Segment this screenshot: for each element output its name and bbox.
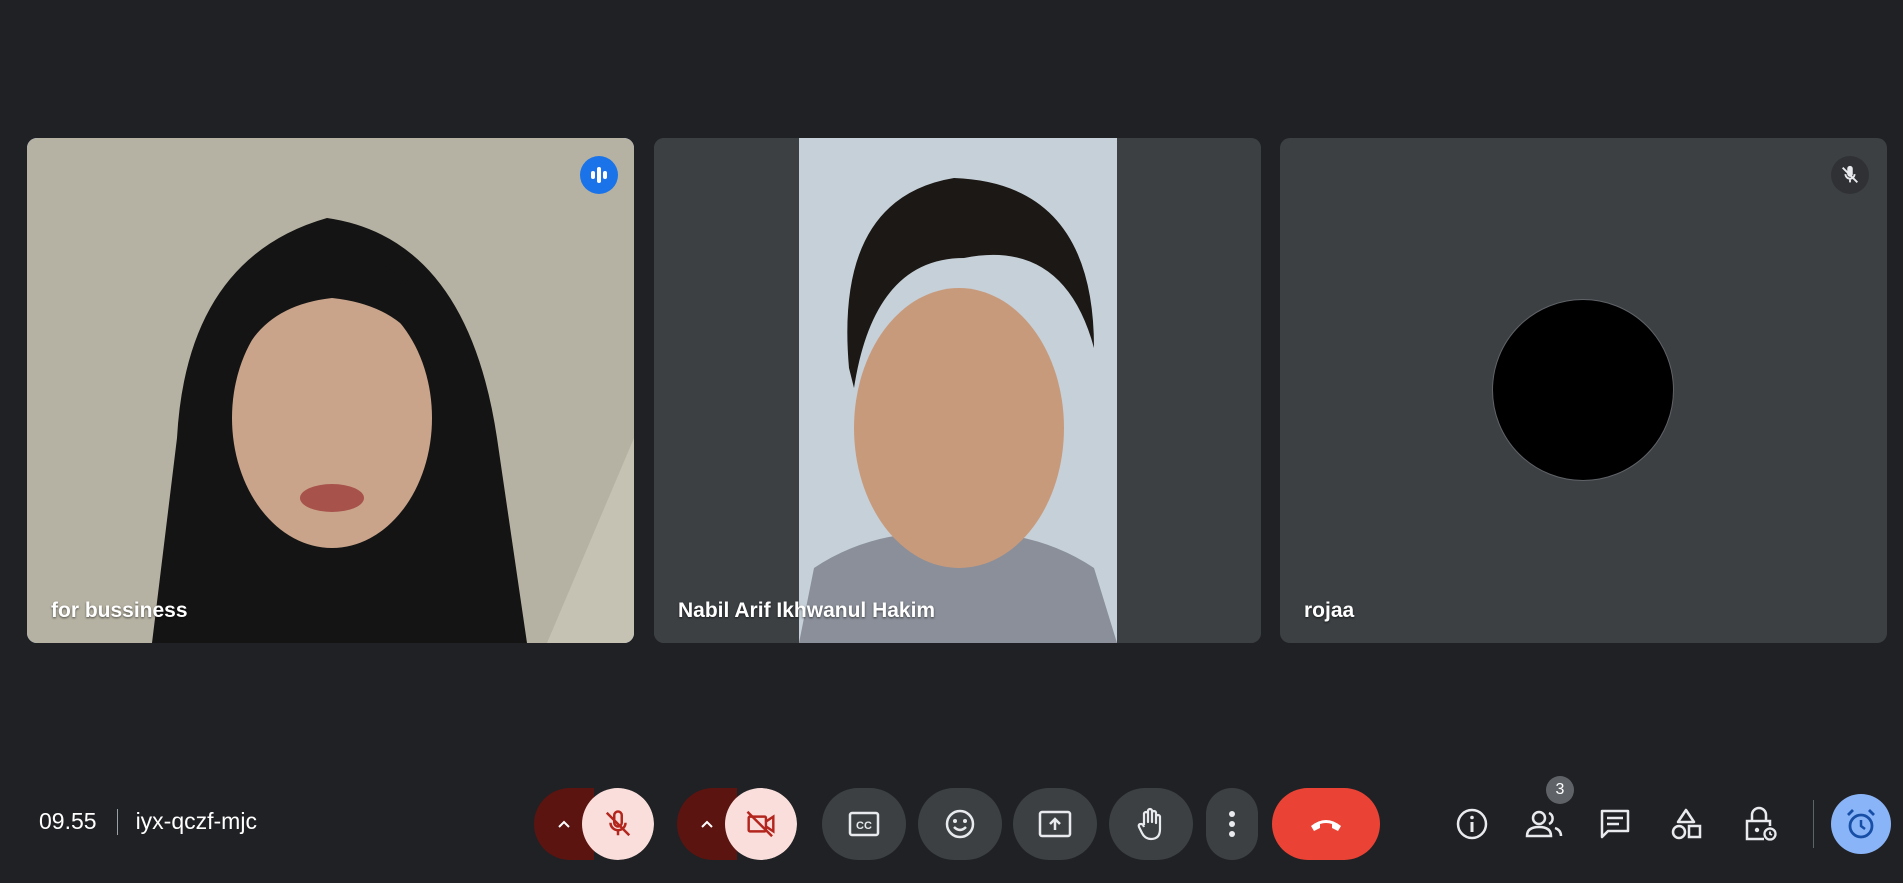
present-screen-icon <box>1038 810 1072 838</box>
videocam-off-icon <box>746 810 775 838</box>
participant-video-1 <box>27 138 634 643</box>
more-options-button[interactable] <box>1206 788 1258 860</box>
participant-name-2: Nabil Arif Ikhwanul Hakim <box>678 599 936 622</box>
people-button[interactable] <box>1520 800 1568 848</box>
svg-text:CC: CC <box>856 820 872 832</box>
meeting-info: 09.55 iyx-qczf-mjc <box>39 808 257 835</box>
camera-control-group <box>677 788 797 860</box>
mic-off-icon <box>605 810 631 837</box>
host-controls-icon <box>1745 806 1777 841</box>
participant-tile-2[interactable]: Nabil Arif Ikhwanul Hakim <box>654 138 1261 643</box>
raise-hand-button[interactable] <box>1109 788 1193 860</box>
activities-button[interactable] <box>1662 800 1710 848</box>
meeting-code[interactable]: iyx-qczf-mjc <box>136 808 257 835</box>
people-icon <box>1525 810 1563 838</box>
chevron-up-icon <box>558 820 570 828</box>
call-end-icon <box>1311 820 1341 831</box>
captions-button[interactable]: CC <box>822 788 906 860</box>
participant-tile-1[interactable]: for bussiness <box>27 138 634 643</box>
leave-call-button[interactable] <box>1272 788 1380 860</box>
info-divider <box>116 808 118 835</box>
closed-caption-icon: CC <box>848 811 880 837</box>
participant-name-3: rojaa <box>1304 599 1355 622</box>
participant-tile-3[interactable]: rojaa <box>1280 138 1887 643</box>
chevron-up-icon <box>701 820 713 828</box>
reactions-button[interactable] <box>918 788 1002 860</box>
emoji-icon <box>945 809 975 839</box>
participant-avatar <box>1492 299 1674 481</box>
host-controls-button[interactable] <box>1736 800 1784 848</box>
activities-icon <box>1671 808 1702 840</box>
speaking-indicator-icon <box>580 156 618 194</box>
people-count-badge: 3 <box>1546 776 1574 804</box>
more-vert-icon <box>1229 811 1235 837</box>
timer-icon <box>1847 809 1875 839</box>
info-icon <box>1456 808 1488 840</box>
chat-icon <box>1600 809 1630 839</box>
present-screen-button[interactable] <box>1013 788 1097 860</box>
raise-hand-icon <box>1137 807 1162 841</box>
mic-control-group <box>534 788 654 860</box>
toolbar-divider <box>1813 800 1814 848</box>
meeting-details-button[interactable] <box>1448 800 1496 848</box>
chat-button[interactable] <box>1591 800 1639 848</box>
meeting-time: 09.55 <box>39 808 97 834</box>
camera-toggle-button[interactable] <box>725 788 797 860</box>
timer-button[interactable] <box>1831 794 1891 854</box>
mic-toggle-button[interactable] <box>582 788 654 860</box>
participant-name-1: for bussiness <box>51 599 188 622</box>
mic-muted-icon <box>1831 156 1869 194</box>
participant-video-2 <box>654 138 1261 643</box>
